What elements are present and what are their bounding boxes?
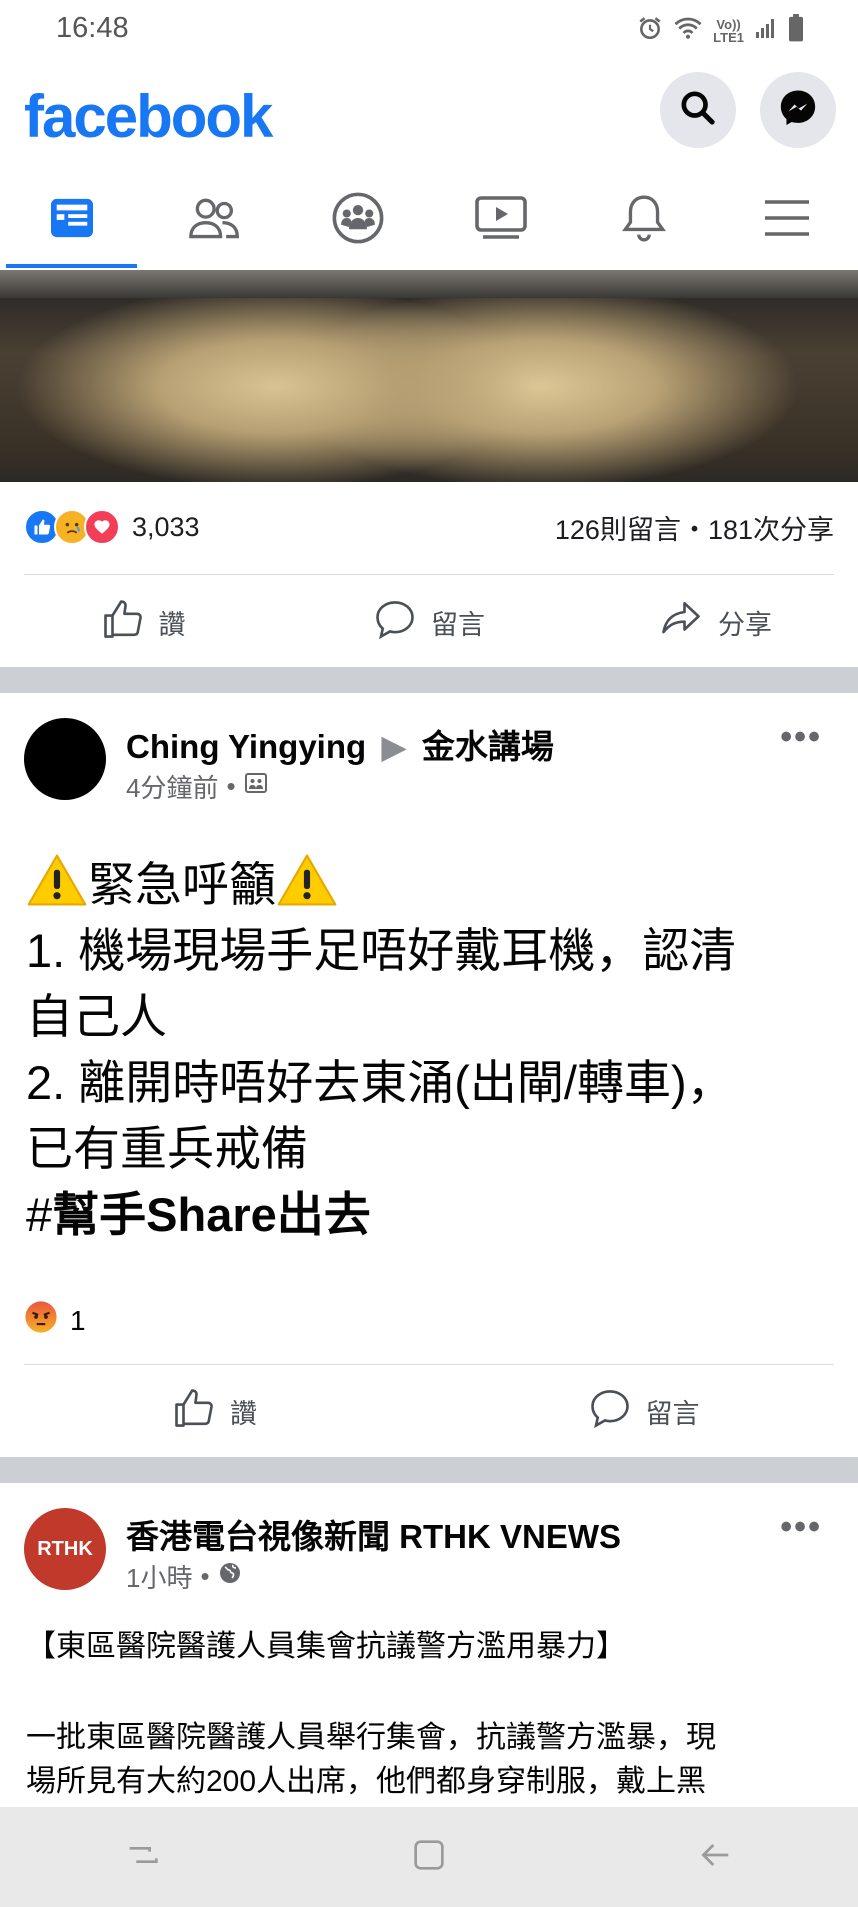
like-icon (101, 598, 145, 647)
author-name[interactable]: Ching Yingying (126, 728, 366, 765)
post-meta: 4分鐘前 • (126, 768, 268, 805)
like-icon (172, 1387, 216, 1436)
comment-button[interactable]: 留言 (286, 598, 572, 647)
post2-header: Ching Yingying ▶ 金水講場 4分鐘前 • ••• (24, 718, 834, 808)
warning-icon (276, 852, 338, 918)
globe-icon (218, 1561, 242, 1592)
messenger-icon (777, 87, 819, 134)
post-line-1: 緊急呼籲 (26, 852, 838, 918)
share-button[interactable]: 分享 (572, 598, 858, 647)
group-name[interactable]: 金水講場 (422, 728, 554, 765)
home-icon[interactable] (409, 1835, 449, 1880)
more-options-icon[interactable]: ••• (780, 1508, 822, 1547)
status-icons: Vo)) LTE1 (637, 14, 804, 47)
like-label: 讚 (230, 1398, 257, 1429)
post3-body-line-1: 一批東區醫院醫護人員舉行集會，抗議警方濫暴，現 (26, 1721, 716, 1754)
news-feed-icon (49, 197, 95, 244)
post-time[interactable]: 4分鐘前 (126, 768, 218, 805)
post-meta: 1小時 • (126, 1558, 242, 1595)
post3-headline: 【東區醫院醫護人員集會抗議警方濫用暴力】 (26, 1630, 626, 1663)
reaction-icons (24, 509, 120, 545)
groups-icon (331, 191, 385, 250)
tab-bar (0, 170, 858, 270)
tab-notifications[interactable] (572, 170, 715, 270)
like-label: 讚 (158, 609, 186, 640)
more-options-icon[interactable]: ••• (780, 718, 822, 757)
feed-separator (0, 1457, 858, 1483)
post1-reactions-row[interactable]: 3,033 126則留言・181次分享 (24, 505, 834, 549)
hashtag-prefix: # (26, 1188, 53, 1241)
feed-separator (0, 667, 858, 693)
post2-reactions[interactable]: 1 (24, 1300, 86, 1341)
like-button[interactable]: 讚 (0, 598, 286, 647)
group-audience-icon (244, 771, 268, 802)
wifi-icon (673, 15, 703, 46)
app-header: facebook (0, 60, 858, 170)
love-reaction-icon (84, 509, 120, 545)
comment-button[interactable]: 留言 (429, 1387, 858, 1436)
tab-news-feed[interactable] (0, 170, 143, 270)
battery-icon (788, 14, 804, 47)
post1-action-row: 讚 留言 分享 (0, 577, 858, 667)
like-button[interactable]: 讚 (0, 1387, 429, 1436)
post-photo[interactable] (0, 270, 858, 482)
facebook-logo[interactable]: facebook (24, 82, 273, 151)
bell-icon (621, 193, 667, 248)
tab-watch[interactable] (429, 170, 572, 270)
reaction-count: 3,033 (132, 511, 200, 542)
share-label: 分享 (718, 609, 772, 640)
angry-reaction-icon (24, 1300, 58, 1341)
comment-label: 留言 (645, 1398, 700, 1429)
signal-icon (754, 16, 778, 45)
warning-icon (26, 852, 88, 918)
tab-groups[interactable] (286, 170, 429, 270)
status-bar: 16:48 Vo)) LTE1 (0, 0, 858, 60)
reaction-count: 1 (70, 1304, 86, 1336)
share-icon (658, 598, 704, 647)
hashtag-link[interactable]: 幫手Share出去 (52, 1188, 371, 1241)
dot-separator: • (226, 771, 236, 801)
tab-friends[interactable] (143, 170, 286, 270)
messenger-button[interactable] (760, 72, 836, 148)
post-author-line: Ching Yingying ▶ 金水講場 (126, 720, 554, 768)
search-button[interactable] (660, 72, 736, 148)
comment-share-stats[interactable]: 126則留言・181次分享 (555, 508, 834, 547)
comment-icon (373, 598, 417, 647)
friends-icon (188, 197, 241, 244)
post2-text: 緊急呼籲 1. 機場現場手足唔好戴耳機，認清 自己人 2. 離開時唔好去東涌(出… (26, 852, 838, 1248)
post3-body-line-2: 場所見有大約200人出席，他們都身穿制服，戴上黑 (26, 1765, 707, 1798)
dot-separator: • (200, 1561, 210, 1591)
author-name[interactable]: 香港電台視像新聞 RTHK VNEWS (126, 1510, 621, 1558)
arrow-right-icon: ▶ (381, 728, 407, 765)
network-label: Vo)) LTE1 (713, 16, 744, 45)
search-icon (678, 88, 718, 133)
back-icon[interactable] (695, 1835, 735, 1880)
post-line-3: 自己人 (26, 990, 167, 1043)
post3-header: RTHK 香港電台視像新聞 RTHK VNEWS 1小時 • ••• (24, 1508, 834, 1598)
post-line-4: 2. 離開時唔好去東涌(出閘/轉車)， (26, 1056, 734, 1109)
post-time[interactable]: 1小時 (126, 1558, 192, 1595)
comment-label: 留言 (431, 609, 485, 640)
divider (24, 1364, 834, 1365)
status-time: 16:48 (56, 12, 129, 44)
post-line-2: 1. 機場現場手足唔好戴耳機，認清 (26, 924, 737, 977)
alarm-icon (637, 15, 663, 46)
recent-apps-icon[interactable] (123, 1835, 163, 1880)
tab-menu[interactable] (715, 170, 858, 270)
comment-icon (588, 1387, 632, 1436)
hashtag-line: #幫手Share出去 (26, 1182, 838, 1248)
menu-icon (763, 198, 811, 243)
post-line-5: 已有重兵戒備 (26, 1122, 308, 1175)
avatar[interactable] (24, 718, 106, 800)
post2-action-row: 讚 留言 (0, 1366, 858, 1456)
watch-icon (474, 195, 527, 246)
divider (24, 574, 834, 575)
system-nav-bar (0, 1807, 858, 1907)
avatar-text: RTHK (37, 1537, 93, 1560)
rthk-avatar[interactable]: RTHK (24, 1508, 106, 1590)
